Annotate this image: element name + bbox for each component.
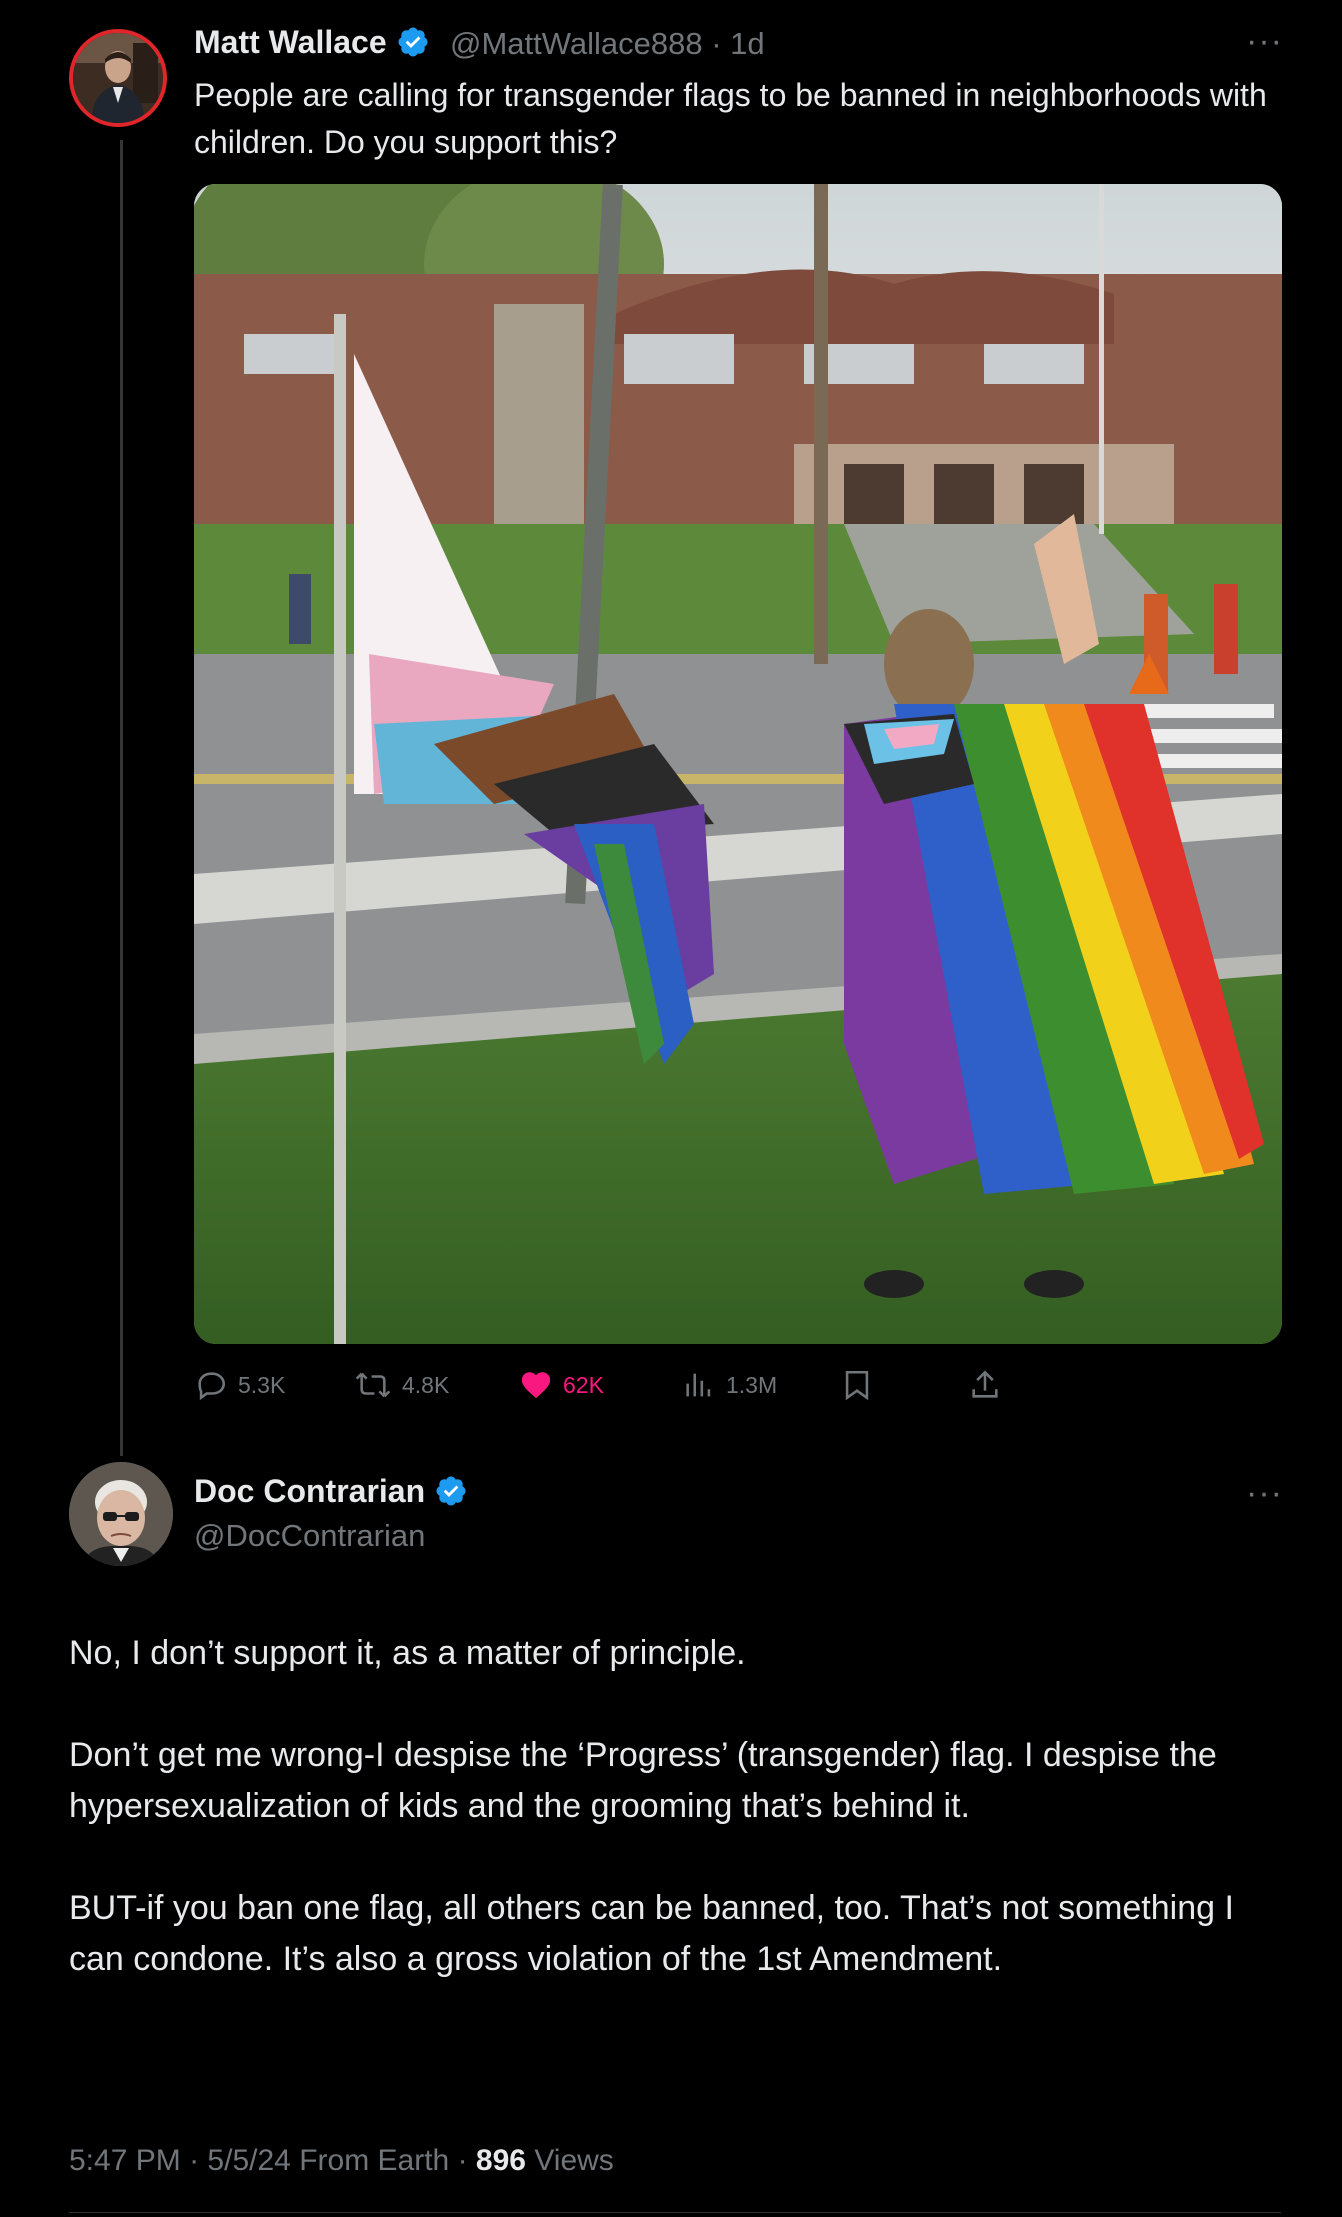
parent-author-name[interactable]: Matt Wallace <box>194 24 430 61</box>
reply-author-name[interactable]: Doc Contrarian <box>194 1473 468 1510</box>
verified-icon <box>434 1474 468 1508</box>
avatar-matt-wallace[interactable] <box>69 29 167 127</box>
reply-metadata: 5:47 PM · 5/5/24 From Earth · 896 Views <box>69 2144 614 2177</box>
reply-button[interactable]: 5.3K <box>194 1360 285 1410</box>
reply-paragraph: BUT-if you ban one flag, all others can … <box>69 1889 1234 1978</box>
view-count: 896 <box>475 2144 526 2177</box>
reply-handle[interactable]: @DocContrarian <box>194 1518 425 1554</box>
like-button[interactable]: 62K <box>519 1360 604 1410</box>
views-label: Views <box>534 2144 614 2177</box>
repost-button[interactable]: 4.8K <box>354 1360 449 1410</box>
reply-icon <box>198 1372 226 1401</box>
verified-icon <box>396 25 430 59</box>
parent-handle-and-age[interactable]: @MattWallace888 · 1d <box>450 26 765 62</box>
avatar-doc-contrarian[interactable] <box>69 1462 173 1566</box>
tweet-media-photo[interactable] <box>194 184 1282 1344</box>
tweet-action-bar: 5.3K 4.8K 62K 1.3M <box>194 1360 1284 1410</box>
more-icon[interactable]: ··· <box>1246 22 1283 61</box>
bookmark-button[interactable] <box>840 1360 884 1410</box>
thread-connector-line <box>120 140 123 1456</box>
reply-date[interactable]: 5/5/24 <box>207 2144 290 2177</box>
share-button[interactable] <box>968 1360 1012 1410</box>
reply-tweet-text: No, I don’t support it, as a matter of p… <box>69 1628 1289 1985</box>
reply-paragraph: Don’t get me wrong-I despise the ‘Progre… <box>69 1736 1217 1825</box>
heart-icon <box>521 1372 551 1399</box>
parent-tweet-text: People are calling for transgender flags… <box>194 77 1267 160</box>
reply-time[interactable]: 5:47 PM <box>69 2144 181 2177</box>
repost-icon <box>355 1372 391 1398</box>
reply-source: From Earth <box>299 2144 450 2177</box>
bookmark-icon <box>845 1370 869 1401</box>
divider <box>69 2212 1281 2213</box>
views-button[interactable]: 1.3M <box>682 1360 777 1410</box>
views-icon <box>686 1373 711 1397</box>
more-icon[interactable]: ··· <box>1246 1474 1283 1513</box>
reply-paragraph: No, I don’t support it, as a matter of p… <box>69 1634 746 1672</box>
share-icon <box>972 1370 998 1398</box>
